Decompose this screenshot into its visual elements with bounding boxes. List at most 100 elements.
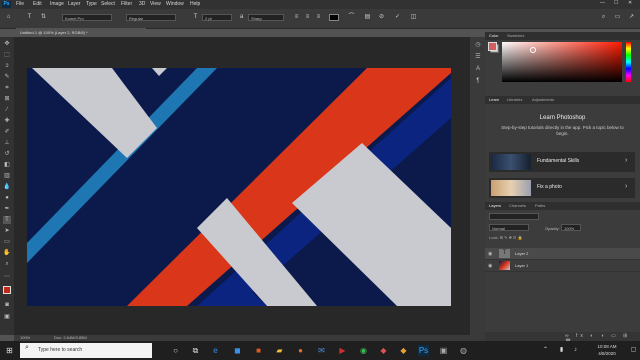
maximize-icon[interactable]: ☐ [614,0,618,6]
type-tool-icon[interactable]: T [26,14,33,21]
photoshop-taskbar-icon[interactable]: Ps [418,345,429,356]
layer-name[interactable]: Layer 1 [515,263,528,268]
cortana-icon[interactable]: ○ [170,345,181,356]
menu-help[interactable]: Help [190,1,200,7]
mail-icon[interactable]: ✉ [316,345,327,356]
taskbar-search-input[interactable]: Type here to search [20,343,152,358]
properties-icon[interactable]: ☰ [474,53,482,61]
app-icon-4[interactable]: ◍ [458,345,469,356]
shape-tool-icon[interactable]: ▭ [3,238,11,246]
document-tab[interactable]: Untitled-1 @ 100% (Layer 2, RGB/8) * [16,28,146,37]
character-panel-icon[interactable]: ▤ [364,14,371,21]
brush-tool-icon[interactable]: ✐ [3,128,11,136]
frame-tool-icon[interactable]: ⊠ [3,95,11,103]
type-tool-icon[interactable]: T [3,216,11,224]
menu-3d[interactable]: 3D [139,1,145,7]
foreground-color-swatch[interactable] [3,286,11,294]
text-orientation-icon[interactable]: ⇅ [40,14,47,21]
tab-libraries[interactable]: Libraries [507,97,522,102]
lasso-tool-icon[interactable]: ↄ [3,62,11,70]
menu-file[interactable]: File [16,1,24,7]
blur-tool-icon[interactable]: 💧 [3,183,11,191]
tab-layers[interactable]: Layers [489,203,501,208]
color-picker-cursor[interactable] [530,47,536,53]
clock-time[interactable]: 10:08 AM [590,344,624,349]
app-icon-3[interactable]: ▣ [438,345,449,356]
layer-name[interactable]: Layer 2 [515,251,528,256]
file-explorer-icon[interactable]: ▰ [274,345,285,356]
quick-mask-icon[interactable]: ◙ [3,301,11,309]
layer-filter-search[interactable] [489,213,539,220]
notification-icon[interactable]: ▢ [628,345,639,356]
menu-type[interactable]: Type [86,1,97,7]
close-icon[interactable]: ✕ [628,0,632,6]
menu-view[interactable]: View [150,1,161,7]
clock-date[interactable]: 4/8/2020 [590,351,624,356]
warp-text-icon[interactable]: ⌒ [348,14,355,21]
menu-image[interactable]: Image [50,1,64,7]
cancel-icon[interactable]: ⊘ [378,14,385,21]
learn-card-fix-a-photo[interactable]: Fix a photo › [489,178,635,198]
screen-mode-icon[interactable]: ▣ [3,313,11,321]
crop-tool-icon[interactable]: ⌗ [3,84,11,92]
dodge-tool-icon[interactable]: ● [3,194,11,202]
photoshop-logo-icon[interactable]: Ps [2,1,11,8]
marquee-tool-icon[interactable]: ⬚ [3,51,11,59]
menu-layer[interactable]: Layer [68,1,81,7]
fg-color-chip[interactable] [488,42,497,51]
zoom-tool-icon[interactable]: ⌕ [3,260,11,268]
more-tools-icon[interactable]: ⋯ [3,273,11,281]
task-view-icon[interactable]: ⧉ [190,345,201,356]
chrome-icon[interactable]: ◉ [358,345,369,356]
opacity-field[interactable]: 100% [561,224,581,231]
learn-card-fundamental-skills[interactable]: Fundamental Skills › [489,152,635,172]
menu-window[interactable]: Window [166,1,184,7]
tab-color[interactable]: Color [489,33,499,38]
paragraph-icon[interactable]: ¶ [474,77,482,85]
menu-select[interactable]: Select [101,1,115,7]
eye-icon[interactable]: ◉ [488,251,492,257]
workspace-icon[interactable]: ▭ [614,14,621,21]
font-style-select[interactable]: Regular [126,14,176,21]
tray-chevron-icon[interactable]: ⌃ [540,345,551,356]
layer-row[interactable]: ◉ T Layer 2 [485,248,640,260]
layer-row[interactable]: ◉ Layer 1 [485,260,640,272]
hue-slider[interactable] [626,42,631,82]
document-canvas[interactable] [27,68,451,306]
align-right-icon[interactable]: ≡ [315,14,322,21]
menu-filter[interactable]: Filter [121,1,132,7]
hand-tool-icon[interactable]: ✋ [3,249,11,257]
character-icon[interactable]: A [474,65,482,73]
office-icon[interactable]: ■ [253,345,264,356]
app-icon[interactable]: ◆ [378,345,389,356]
eyedropper-tool-icon[interactable]: ⁄ [3,106,11,114]
windows-start-icon[interactable]: ⊞ [4,345,15,356]
eraser-tool-icon[interactable]: ◧ [3,161,11,169]
tab-paths[interactable]: Paths [535,203,545,208]
search-icon[interactable]: ⌕ [600,14,607,21]
store-icon[interactable]: ◼ [232,345,243,356]
edge-icon[interactable]: e [210,345,221,356]
tab-adjustments[interactable]: Adjustments [532,97,554,102]
tab-learn[interactable]: Learn [489,97,499,102]
antialias-select[interactable]: Sharp [248,14,284,21]
minimize-icon[interactable]: — [600,0,605,6]
history-brush-tool-icon[interactable]: ↺ [3,150,11,158]
3d-icon[interactable]: ◫ [410,14,417,21]
home-icon[interactable]: ⌂ [5,14,12,21]
move-tool-icon[interactable]: ✥ [3,40,11,48]
color-picker-field[interactable] [502,42,622,82]
text-color-swatch[interactable] [329,14,339,21]
path-select-tool-icon[interactable]: ➤ [3,227,11,235]
history-icon[interactable]: ◷ [474,41,482,49]
gradient-tool-icon[interactable]: ▥ [3,172,11,180]
font-size-select[interactable]: 2 pt [202,14,232,21]
menu-edit[interactable]: Edit [33,1,42,7]
align-center-icon[interactable]: ≡ [304,14,311,21]
align-left-icon[interactable]: ≡ [293,14,300,21]
quick-select-tool-icon[interactable]: ✎ [3,73,11,81]
tab-swatches[interactable]: Swatches [507,33,524,38]
media-icon[interactable]: ▶ [337,345,348,356]
share-icon[interactable]: ↗ [628,14,635,21]
font-family-select[interactable]: Kumei Pro [62,14,112,21]
